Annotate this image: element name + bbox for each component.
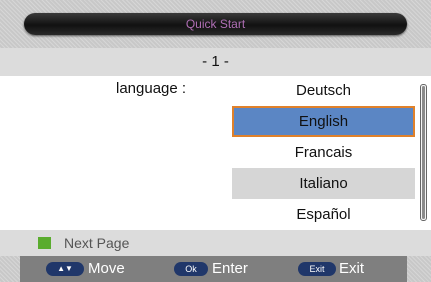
language-option-francais[interactable]: Francais <box>232 137 415 168</box>
next-page-label[interactable]: Next Page <box>64 235 129 251</box>
enter-hint-label: Enter <box>212 260 248 277</box>
language-option-espanol[interactable]: Español <box>232 199 415 230</box>
language-option-italiano[interactable]: Italiano <box>232 168 415 199</box>
ok-key-icon: Ok <box>174 262 208 276</box>
title-bar: Quick Start <box>0 0 431 48</box>
move-hint-label: Move <box>88 260 125 277</box>
exit-hint-label: Exit <box>339 260 365 277</box>
arrow-keys-icon: ▲▼ <box>46 262 84 276</box>
scrollbar-thumb[interactable] <box>422 86 425 219</box>
menu-title: Quick Start <box>185 17 246 31</box>
page-indicator-bar: - 1 - <box>0 48 431 76</box>
language-option-deutsch[interactable]: Deutsch <box>232 75 415 106</box>
green-key-icon <box>38 237 51 249</box>
language-scrollbar[interactable] <box>420 84 427 221</box>
exit-key-icon: Exit <box>298 262 336 276</box>
language-option-english[interactable]: English <box>232 106 415 137</box>
language-label: language : <box>116 80 187 97</box>
page-indicator: - 1 - <box>202 53 229 70</box>
title-pill: Quick Start <box>24 13 407 35</box>
